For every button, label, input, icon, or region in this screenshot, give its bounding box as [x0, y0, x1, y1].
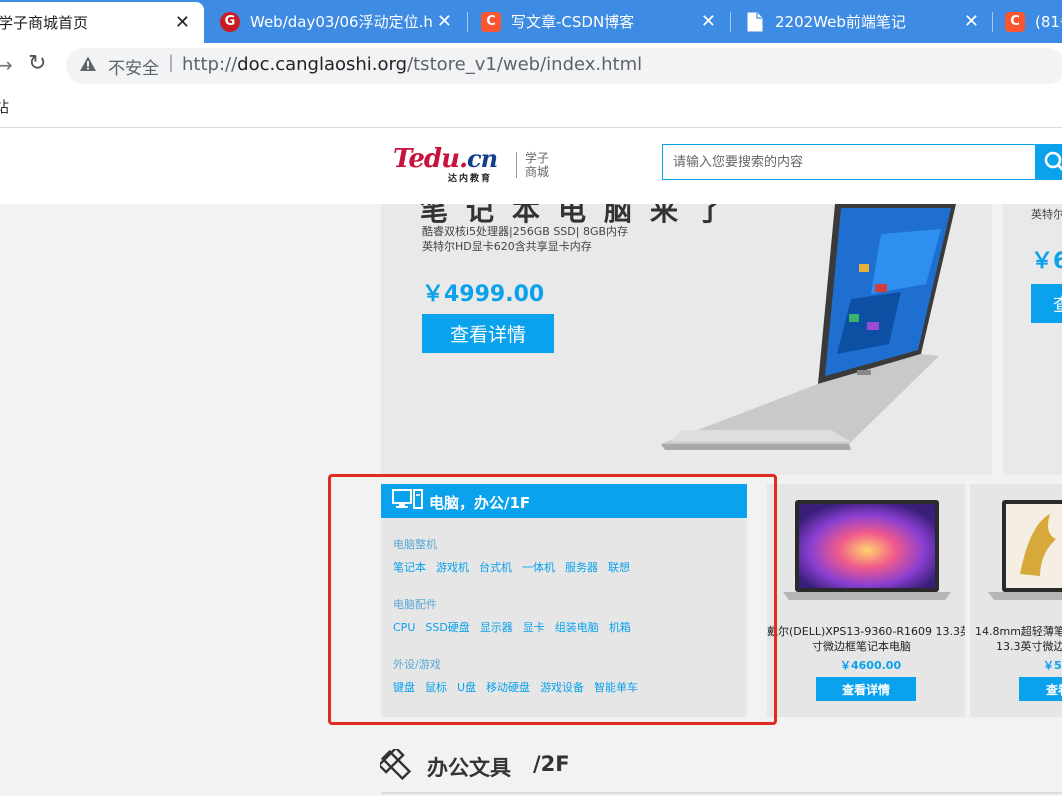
product-name-line2: 13.3英寸微边: [996, 640, 1062, 653]
close-icon[interactable]: ✕: [701, 12, 716, 31]
tab-title: (81条: [1035, 13, 1062, 31]
search-icon: [1044, 151, 1062, 171]
close-icon[interactable]: ✕: [964, 12, 979, 31]
bookmarks-bar: [0, 88, 1062, 128]
url-text[interactable]: http://doc.canglaoshi.org/tstore_v1/web/…: [182, 54, 642, 75]
close-icon[interactable]: ✕: [437, 12, 452, 31]
product-name-line2: 寸微边框笔记本电脑: [812, 640, 911, 653]
close-icon[interactable]: ✕: [175, 13, 190, 32]
tab-title: Web/day03/06浮动定位.h: [250, 13, 433, 31]
tab-title: 写文章-CSDN博客: [511, 13, 635, 31]
reload-icon[interactable]: ↻: [28, 51, 46, 76]
url-scheme: http://: [182, 54, 238, 75]
banner-spec-line1: 酷睿双核i5处理器|256GB SSD| 8GB内存: [422, 225, 629, 238]
url-host: doc.canglaoshi.org: [237, 54, 408, 75]
warning-icon[interactable]: [79, 55, 97, 73]
csdn-icon: C: [1005, 11, 1025, 32]
product-price: ￥4600.00: [840, 659, 902, 672]
stationery-icon: [380, 749, 412, 781]
product-name-line1: 14.8mm超轻薄笔: [975, 625, 1062, 638]
banner-side-detail-button[interactable]: 查: [1031, 284, 1062, 323]
banner-side-spec: 英特尔: [1031, 208, 1062, 221]
search-box: [662, 144, 1036, 180]
floor2-title: 办公文具: [427, 756, 511, 780]
product-name-line1: 戴尔(DELL)XPS13-9360-R1609 13.3英: [767, 625, 965, 638]
laptop-product-image: [988, 500, 1062, 600]
site-logo[interactable]: Tedu.cn: [393, 144, 498, 174]
tab-title: 2202Web前端笔记: [775, 13, 906, 31]
product-card[interactable]: 14.8mm超轻薄笔 13.3英寸微边 ￥5 查看: [970, 484, 1062, 717]
url-separator: |: [168, 52, 175, 73]
logo-text: Tedu.: [393, 144, 468, 174]
logo-tag-line1: 学子: [525, 151, 550, 165]
not-secure-label[interactable]: 不安全: [108, 54, 159, 79]
product-price: ￥5: [1043, 659, 1062, 672]
product-card[interactable]: 戴尔(DELL)XPS13-9360-R1609 13.3英 寸微边框笔记本电脑…: [767, 484, 965, 717]
tab-csdn-messages[interactable]: C (81条: [993, 0, 1062, 43]
search-button[interactable]: [1035, 144, 1062, 180]
search-input[interactable]: [663, 145, 1035, 179]
logo-subtitle: 达内教育: [448, 174, 493, 184]
banner-price: ￥4999.00: [422, 282, 545, 307]
tab-xuezi-home[interactable]: 学子商城首页 ✕: [0, 2, 204, 43]
banner-side-price: ￥6: [1031, 249, 1062, 274]
forward-arrow-icon[interactable]: →: [0, 53, 13, 77]
product-detail-button[interactable]: 查看详情: [816, 677, 916, 701]
floor2-divider: [381, 792, 1062, 794]
tab-web-day03[interactable]: G Web/day03/06浮动定位.h ✕: [206, 0, 466, 43]
floor2-floor-number: /2F: [533, 752, 570, 776]
logo-divider: [516, 152, 517, 178]
csdn-icon: C: [481, 11, 501, 32]
bookmark-item[interactable]: 站: [0, 96, 9, 117]
logo-cn: cn: [467, 144, 498, 173]
gitee-icon: G: [220, 11, 240, 32]
document-icon: [745, 12, 765, 32]
banner-detail-button[interactable]: 查看详情: [422, 314, 554, 353]
laptop-product-image: [783, 500, 951, 600]
tab-2202-notes[interactable]: 2202Web前端笔记 ✕: [731, 0, 993, 43]
url-path: /tstore_v1/web/index.html: [407, 54, 643, 75]
tab-csdn-write[interactable]: C 写文章-CSDN博客 ✕: [468, 0, 730, 43]
tab-title: 学子商城首页: [0, 14, 89, 32]
product-detail-button[interactable]: 查看: [1019, 677, 1062, 701]
banner-spec-line2: 英特尔HD显卡620含共享显卡内存: [422, 240, 592, 253]
logo-tag-line2: 商城: [525, 165, 550, 179]
highlight-annotation: [328, 474, 777, 725]
